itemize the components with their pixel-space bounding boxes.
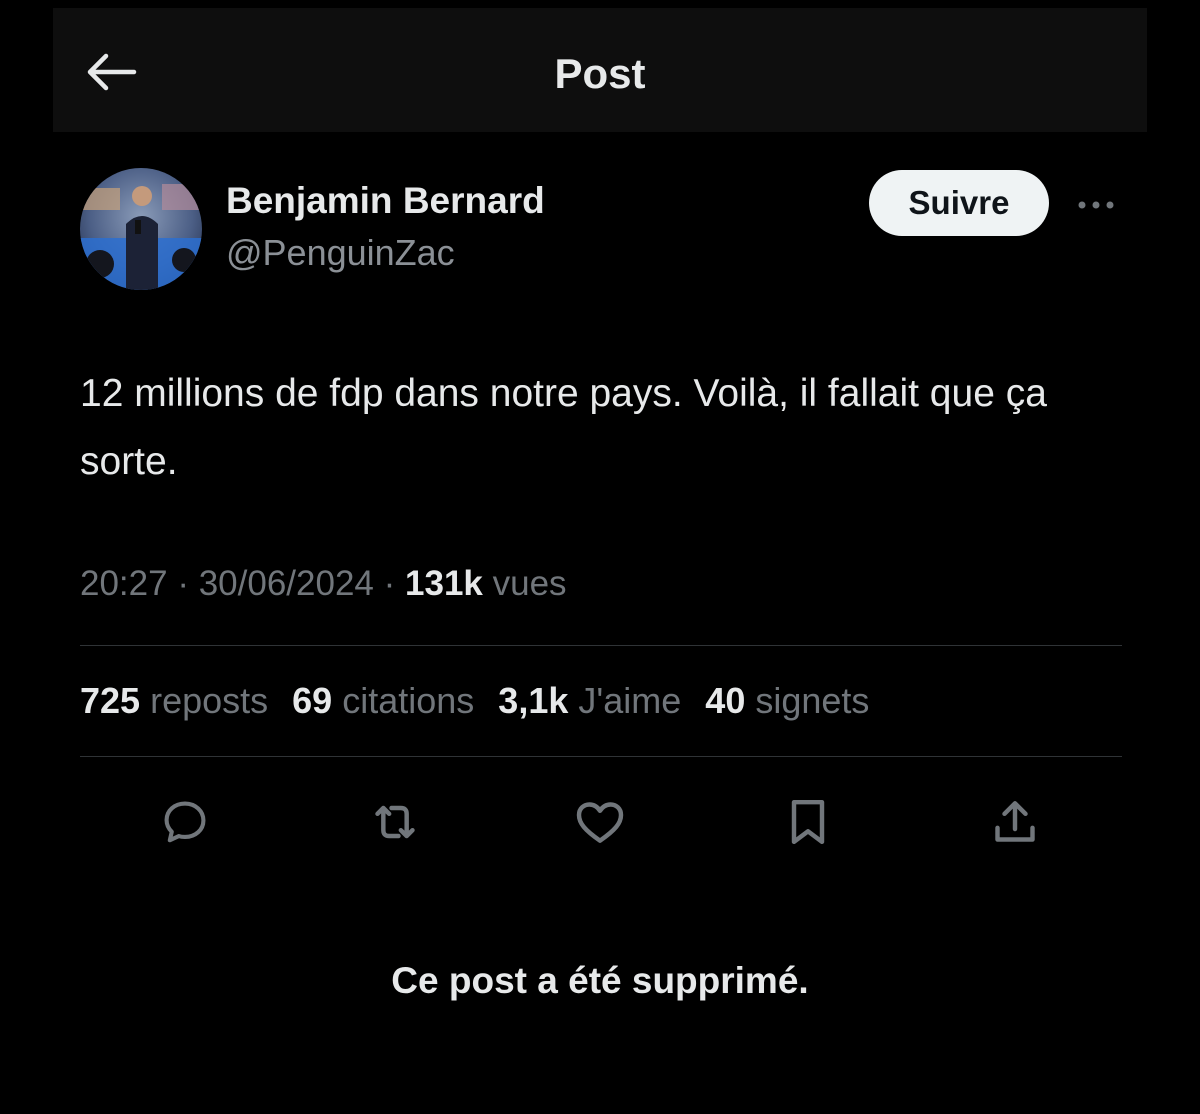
repost-icon bbox=[375, 805, 415, 839]
meta-separator: · bbox=[383, 564, 396, 603]
bookmark-button[interactable] bbox=[780, 794, 836, 850]
quotes-count: 69 bbox=[292, 680, 333, 721]
reposts-stat[interactable]: 725 reposts bbox=[80, 680, 268, 722]
post-meta: 20:27 · 30/06/2024 · 131k vues bbox=[80, 564, 567, 604]
post-date: 30/06/2024 bbox=[198, 564, 374, 603]
top-bar: Post bbox=[53, 8, 1147, 132]
views-count[interactable]: 131k bbox=[405, 564, 483, 603]
likes-count: 3,1k bbox=[498, 680, 569, 721]
likes-stat[interactable]: 3,1k J'aime bbox=[498, 680, 681, 722]
divider bbox=[80, 645, 1122, 646]
heart-icon bbox=[576, 802, 624, 843]
more-dots-icon bbox=[1078, 201, 1114, 209]
author-handle[interactable]: @PenguinZac bbox=[226, 232, 455, 274]
reposts-count: 725 bbox=[80, 680, 141, 721]
quotes-label: citations bbox=[342, 680, 475, 721]
post-text: 12 millions de fdp dans notre pays. Voil… bbox=[80, 372, 1047, 483]
divider bbox=[80, 756, 1122, 757]
post-time: 20:27 bbox=[80, 564, 168, 603]
reposts-label: reposts bbox=[150, 680, 269, 721]
bookmarks-stat[interactable]: 40 signets bbox=[705, 680, 869, 722]
views-label: vues bbox=[492, 564, 567, 603]
bookmarks-label: signets bbox=[755, 680, 870, 721]
reply-icon bbox=[164, 801, 206, 843]
bookmarks-count: 40 bbox=[705, 680, 746, 721]
share-button[interactable] bbox=[987, 794, 1043, 850]
author-name[interactable]: Benjamin Bernard bbox=[226, 180, 545, 222]
repost-button[interactable] bbox=[367, 794, 423, 850]
reply-button[interactable] bbox=[157, 794, 213, 850]
engagement-stats: 725 reposts 69 citations 3,1k J'aime 40 … bbox=[80, 680, 893, 722]
share-icon bbox=[995, 801, 1035, 842]
like-button[interactable] bbox=[572, 794, 628, 850]
meta-separator: · bbox=[177, 564, 189, 603]
page-title: Post bbox=[554, 50, 646, 97]
follow-button[interactable]: Suivre bbox=[869, 170, 1049, 236]
likes-label: J'aime bbox=[578, 680, 682, 721]
more-button[interactable] bbox=[1074, 190, 1118, 220]
deleted-notice: Ce post a été supprimé. bbox=[391, 960, 809, 1001]
avatar[interactable] bbox=[80, 168, 202, 290]
bookmark-icon bbox=[791, 799, 825, 845]
quotes-stat[interactable]: 69 citations bbox=[292, 680, 474, 722]
